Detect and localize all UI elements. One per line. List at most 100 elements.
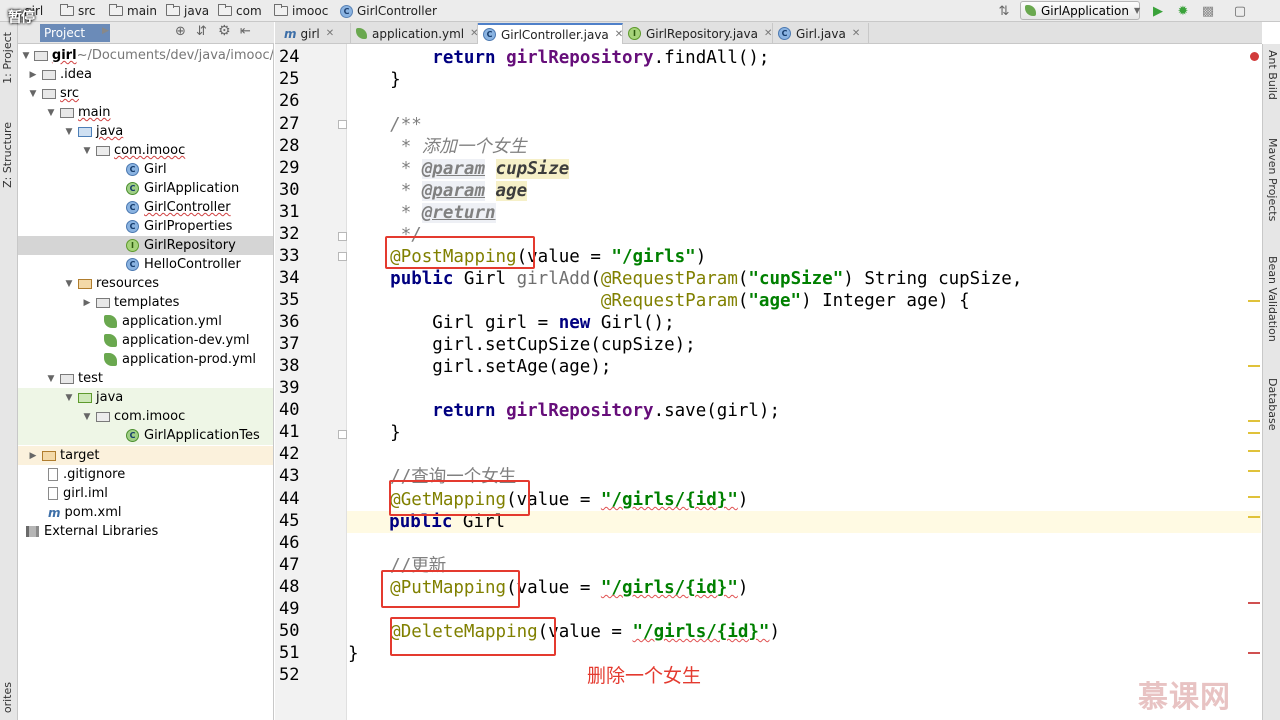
tool-tab-favorites[interactable]: orites xyxy=(1,682,14,713)
highlight-box-deletemapping xyxy=(390,617,556,656)
run-icon[interactable]: ▶ xyxy=(1150,3,1166,19)
scroll-marker[interactable] xyxy=(1248,365,1260,367)
tab-girl[interactable]: m girl ✕ xyxy=(279,23,351,44)
tree-item-girl-iml[interactable]: girl.iml xyxy=(18,484,273,503)
sort-icon[interactable]: ⇅ xyxy=(996,3,1012,19)
tree-path-suffix: ~/Documents/dev/java/imooc/ xyxy=(76,48,274,63)
tree-item-templates[interactable]: ▶ templates xyxy=(18,293,273,312)
expand-arrow-icon[interactable]: ▼ xyxy=(82,146,92,156)
breadcrumb-item-src[interactable]: src xyxy=(60,3,96,19)
gear-icon[interactable]: ⚙ xyxy=(218,23,231,39)
expand-arrow-icon[interactable]: ▶ xyxy=(28,70,38,80)
tab-application-yml[interactable]: application.yml ✕ xyxy=(351,23,479,44)
code-line-36: Girl girl = new Girl(); xyxy=(348,312,1248,334)
tree-item-girl-class[interactable]: C Girl xyxy=(18,160,273,179)
scroll-marker[interactable] xyxy=(1248,652,1260,654)
expand-arrow-icon[interactable]: ▼ xyxy=(64,127,74,137)
tree-item-hellocontroller[interactable]: C HelloController xyxy=(18,255,273,274)
scroll-marker[interactable] xyxy=(1248,420,1260,422)
expand-arrow-icon[interactable]: ▼ xyxy=(64,393,74,403)
scroll-marker[interactable] xyxy=(1248,450,1260,452)
scroll-marker[interactable] xyxy=(1248,516,1260,518)
tree-item-idea[interactable]: ▶ .idea xyxy=(18,65,273,84)
debug-icon[interactable]: ✹ xyxy=(1175,3,1191,19)
tool-tab-structure[interactable]: Z: Structure xyxy=(1,122,14,188)
fold-toggle-icon[interactable] xyxy=(338,252,347,261)
tree-item-package[interactable]: ▼ com.imooc xyxy=(18,141,273,160)
scroll-marker[interactable] xyxy=(1248,432,1260,434)
tree-item-girlapplicationtests[interactable]: C GirlApplicationTes xyxy=(18,426,273,445)
tree-item-src[interactable]: ▼ src xyxy=(18,84,273,103)
line-number: 44 xyxy=(279,489,300,509)
run-config-select[interactable]: GirlApplication ▼ xyxy=(1020,1,1140,20)
close-icon[interactable]: ✕ xyxy=(615,29,623,40)
project-view-tab[interactable]: Project xyxy=(40,24,110,42)
highlight-box-postmapping xyxy=(385,236,535,269)
tree-item-external-libraries[interactable]: External Libraries xyxy=(18,522,273,541)
tree-item-girlrepository[interactable]: I GirlRepository xyxy=(18,236,273,255)
tree-item-girlcontroller[interactable]: C GirlController xyxy=(18,198,273,217)
scroll-marker[interactable] xyxy=(1248,496,1260,498)
tree-item-girlapplication[interactable]: C GirlApplication xyxy=(18,179,273,198)
folder-icon xyxy=(60,107,74,118)
tree-item-application-prod-yml[interactable]: application-prod.yml xyxy=(18,350,273,369)
tree-item-application-dev-yml[interactable]: application-dev.yml xyxy=(18,331,273,350)
expand-arrow-icon[interactable]: ▼ xyxy=(82,412,92,422)
tree-item-java-main[interactable]: ▼ java xyxy=(18,122,273,141)
tree-item-test[interactable]: ▼ test xyxy=(18,369,273,388)
tree-item-girlproperties[interactable]: C GirlProperties xyxy=(18,217,273,236)
tree-item-java-test[interactable]: ▼ java xyxy=(18,388,273,407)
breadcrumb-item-girlcontroller[interactable]: C GirlController xyxy=(340,3,437,19)
collapse-icon[interactable]: ⇵ xyxy=(196,24,207,39)
stop-icon[interactable]: ▢ xyxy=(1232,3,1248,19)
breadcrumb-item-imooc[interactable]: imooc xyxy=(274,3,328,19)
tool-tab-database[interactable]: Database xyxy=(1266,378,1279,431)
code-line-24: return girlRepository.findAll(); xyxy=(348,47,1248,69)
tree-label: main xyxy=(78,105,111,120)
expand-arrow-icon[interactable]: ▼ xyxy=(46,108,56,118)
expand-arrow-icon[interactable]: ▼ xyxy=(28,89,38,99)
expand-arrow-icon[interactable]: ▼ xyxy=(46,374,56,384)
code-token: return xyxy=(432,48,496,68)
expand-arrow-icon[interactable]: ▶ xyxy=(82,298,92,308)
target-icon[interactable]: ⊕ xyxy=(175,24,186,39)
tab-girlcontroller-java[interactable]: C GirlController.java ✕ xyxy=(478,23,623,44)
breadcrumb-item-com[interactable]: com xyxy=(218,3,262,19)
close-icon[interactable]: ✕ xyxy=(764,28,772,39)
tab-girl-java[interactable]: C Girl.java ✕ xyxy=(773,23,869,44)
hide-icon[interactable]: ⇤ xyxy=(240,24,251,39)
tree-item-main[interactable]: ▼ main xyxy=(18,103,273,122)
tab-label: GirlRepository.java xyxy=(646,26,758,41)
play-icon[interactable]: ▶ xyxy=(102,26,109,36)
tree-item-resources[interactable]: ▼ resources xyxy=(18,274,273,293)
scroll-marker[interactable] xyxy=(1248,470,1260,472)
scroll-marker[interactable] xyxy=(1248,300,1260,302)
tool-tab-project[interactable]: 1: Project xyxy=(1,32,14,84)
error-indicator-icon[interactable] xyxy=(1250,52,1259,61)
tab-girlrepository-java[interactable]: I GirlRepository.java ✕ xyxy=(623,23,773,44)
tool-tab-maven-projects[interactable]: Maven Projects xyxy=(1266,138,1279,221)
tree-item-application-yml[interactable]: application.yml xyxy=(18,312,273,331)
expand-arrow-icon[interactable]: ▼ xyxy=(22,51,30,61)
coverage-icon[interactable]: ▩ xyxy=(1200,3,1216,19)
tree-item-test-package[interactable]: ▼ com.imooc xyxy=(18,407,273,426)
breadcrumb-item-main[interactable]: main xyxy=(109,3,157,19)
expand-arrow-icon[interactable]: ▼ xyxy=(64,279,74,289)
tree-label: templates xyxy=(114,295,180,310)
tree-item-target[interactable]: ▶ target xyxy=(18,446,273,465)
scroll-marker[interactable] xyxy=(1248,602,1260,604)
tool-tab-bean-validation[interactable]: Bean Validation xyxy=(1266,256,1279,342)
breadcrumb-item-java[interactable]: java xyxy=(166,3,209,19)
tree-item-pom-xml[interactable]: m pom.xml xyxy=(18,503,273,522)
expand-arrow-icon[interactable]: ▶ xyxy=(28,451,38,461)
close-icon[interactable]: ✕ xyxy=(326,28,334,39)
folder-icon xyxy=(60,373,74,384)
tree-item-gitignore[interactable]: .gitignore xyxy=(18,465,273,484)
tool-tab-ant-build[interactable]: Ant Build xyxy=(1266,50,1279,100)
tree-item-girl[interactable]: ▼ girl ~/Documents/dev/java/imooc/ xyxy=(18,46,274,65)
tab-label: application.yml xyxy=(372,26,465,41)
fold-toggle-icon[interactable] xyxy=(338,120,347,129)
fold-toggle-icon[interactable] xyxy=(338,232,347,241)
close-icon[interactable]: ✕ xyxy=(852,28,860,39)
fold-toggle-icon[interactable] xyxy=(338,430,347,439)
